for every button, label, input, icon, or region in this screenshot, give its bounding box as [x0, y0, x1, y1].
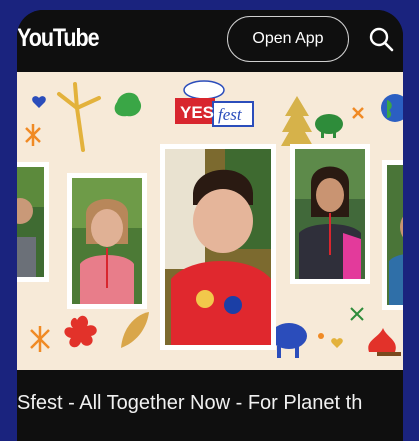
- blue-heart-decoration: [32, 96, 46, 108]
- search-icon: [369, 27, 394, 52]
- child-image: [165, 149, 271, 345]
- participant-photo-4: [290, 144, 370, 284]
- orange-star-decoration-right: [352, 107, 364, 119]
- open-app-button[interactable]: Open App: [227, 16, 349, 62]
- red-flower-decoration: [64, 315, 97, 348]
- banner-text-fest: fest: [218, 105, 243, 124]
- phone-frame: YouTube Open App YES fest Sfest - All To…: [17, 10, 403, 441]
- dot-decoration: [318, 333, 324, 339]
- banner-text-yes: YES: [180, 103, 214, 122]
- globe-decoration: [381, 94, 403, 122]
- leaf-decoration: [121, 312, 149, 348]
- video-title[interactable]: Sfest - All Together Now - For Planet th: [17, 387, 403, 419]
- search-button[interactable]: [363, 20, 399, 58]
- child-image: [72, 178, 142, 304]
- orange-asterisk-decoration: [30, 326, 50, 352]
- youtube-logo[interactable]: YouTube: [17, 24, 100, 53]
- child-image: [295, 149, 365, 279]
- blue-sheep-decoration: [271, 323, 307, 358]
- participant-photo-1: [17, 162, 49, 282]
- video-info: Sfest - All Together Now - For Planet th: [17, 370, 403, 441]
- top-app-bar: YouTube Open App: [17, 10, 403, 72]
- child-image: [387, 165, 403, 305]
- orange-star-decoration: [25, 124, 41, 146]
- participant-photo-5: [382, 160, 403, 310]
- green-sheep-decoration: [315, 114, 343, 138]
- yellow-heart-decoration: [331, 338, 343, 348]
- participant-photo-2: [67, 173, 147, 309]
- campfire-decoration: [368, 328, 396, 352]
- green-blob-decoration: [114, 92, 142, 117]
- windmill-decoration: [57, 82, 101, 152]
- tree-decoration: [281, 96, 313, 146]
- child-image: [17, 167, 44, 277]
- participant-photo-3: [160, 144, 276, 350]
- green-star-decoration: [350, 307, 364, 321]
- video-thumbnail[interactable]: YES fest: [17, 72, 403, 370]
